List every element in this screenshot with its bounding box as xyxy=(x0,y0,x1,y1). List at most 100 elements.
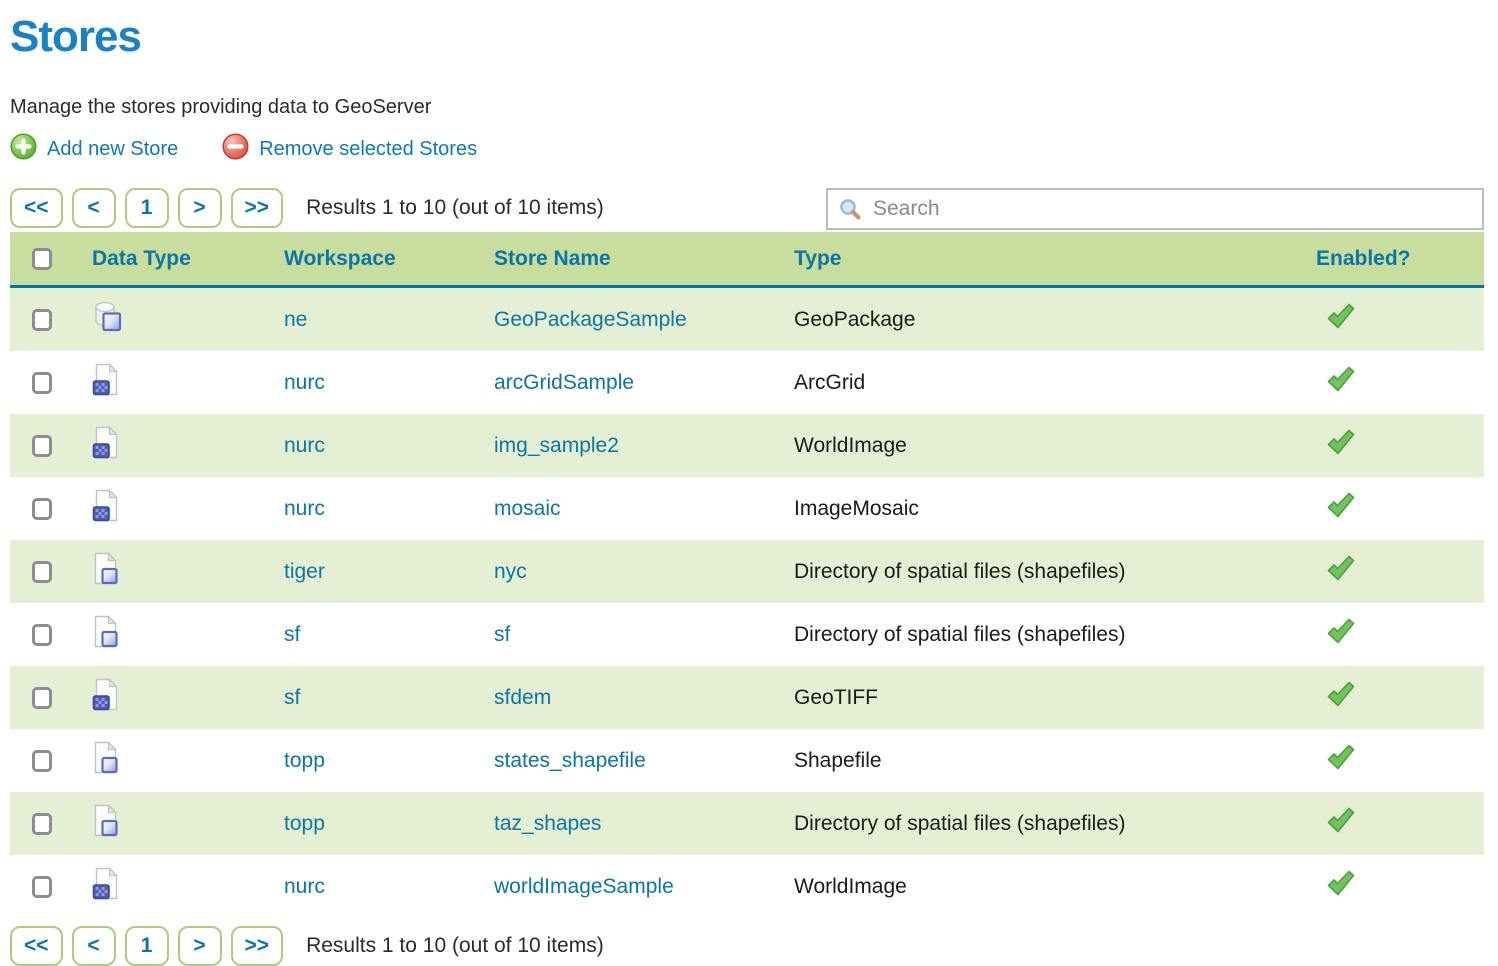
remove-selected-stores-label: Remove selected Stores xyxy=(259,138,477,161)
raster-store-icon xyxy=(92,867,119,906)
table-body: ne GeoPackageSample GeoPackage nurc arcG… xyxy=(10,287,1484,919)
header-enabled: Enabled? xyxy=(1306,232,1484,287)
store-type-text: GeoPackage xyxy=(794,308,915,331)
enabled-check-icon xyxy=(1326,429,1356,462)
workspace-link[interactable]: ne xyxy=(284,308,307,331)
store-type-text: ImageMosaic xyxy=(794,497,919,520)
workspace-link[interactable]: nurc xyxy=(284,497,325,520)
add-new-store-link[interactable]: Add new Store xyxy=(10,133,178,166)
enabled-check-icon xyxy=(1326,366,1356,399)
store-name-link[interactable]: nyc xyxy=(494,560,527,583)
store-name-link[interactable]: mosaic xyxy=(494,497,561,520)
table-row: nurc img_sample2 WorldImage xyxy=(10,414,1484,477)
row-checkbox[interactable] xyxy=(32,624,52,646)
header-type: Type xyxy=(784,232,1306,287)
prev-page-button[interactable]: < xyxy=(72,188,116,228)
remove-selected-stores-link[interactable]: Remove selected Stores xyxy=(222,133,477,166)
workspace-link[interactable]: topp xyxy=(284,749,325,772)
prev-page-button[interactable]: < xyxy=(72,926,116,966)
row-checkbox[interactable] xyxy=(32,750,52,772)
raster-store-icon xyxy=(92,363,119,402)
table-row: ne GeoPackageSample GeoPackage xyxy=(10,287,1484,352)
enabled-check-icon xyxy=(1326,807,1356,840)
workspace-link[interactable]: sf xyxy=(284,686,300,709)
row-checkbox[interactable] xyxy=(32,687,52,709)
search-icon xyxy=(838,197,863,222)
vector-store-icon xyxy=(92,741,119,780)
page-number-button[interactable]: 1 xyxy=(125,188,169,228)
row-checkbox[interactable] xyxy=(32,309,52,331)
enabled-check-icon xyxy=(1326,555,1356,588)
table-row: nurc mosaic ImageMosaic xyxy=(10,477,1484,540)
store-name-link[interactable]: taz_shapes xyxy=(494,812,601,835)
enabled-check-icon xyxy=(1326,492,1356,525)
table-row: topp states_shapefile Shapefile xyxy=(10,729,1484,792)
store-name-link[interactable]: states_shapefile xyxy=(494,749,646,772)
vector-store-icon xyxy=(92,615,119,654)
table-row: tiger nyc Directory of spatial files (sh… xyxy=(10,540,1484,603)
add-new-store-label: Add new Store xyxy=(47,138,178,161)
store-name-link[interactable]: sf xyxy=(494,623,510,646)
enabled-check-icon xyxy=(1326,303,1356,336)
first-page-button[interactable]: << xyxy=(10,926,63,966)
workspace-link[interactable]: nurc xyxy=(284,875,325,898)
plus-circle-icon xyxy=(10,133,37,166)
store-type-text: WorldImage xyxy=(794,875,907,898)
store-name-link[interactable]: GeoPackageSample xyxy=(494,308,687,331)
minus-circle-icon xyxy=(222,133,249,166)
table-header-row: Data Type Workspace Store Name Type Enab… xyxy=(10,232,1484,287)
workspace-link[interactable]: nurc xyxy=(284,371,325,394)
table-row: sf sf Directory of spatial files (shapef… xyxy=(10,603,1484,666)
workspace-link[interactable]: nurc xyxy=(284,434,325,457)
table-row: topp taz_shapes Directory of spatial fil… xyxy=(10,792,1484,855)
store-type-text: Directory of spatial files (shapefiles) xyxy=(794,812,1125,835)
page-subtitle: Manage the stores providing data to GeoS… xyxy=(10,96,1484,119)
row-checkbox[interactable] xyxy=(32,498,52,520)
vector-store-icon xyxy=(92,804,119,843)
row-checkbox[interactable] xyxy=(32,876,52,898)
select-all-checkbox[interactable] xyxy=(32,248,52,270)
top-toolbar: << < 1 > >> Results 1 to 10 (out of 10 i… xyxy=(10,188,1484,230)
stores-page: Stores Manage the stores providing data … xyxy=(10,12,1484,966)
store-name-link[interactable]: sfdem xyxy=(494,686,551,709)
page-number-button[interactable]: 1 xyxy=(125,926,169,966)
store-name-link[interactable]: arcGridSample xyxy=(494,371,634,394)
row-checkbox[interactable] xyxy=(32,561,52,583)
workspace-link[interactable]: sf xyxy=(284,623,300,646)
row-checkbox[interactable] xyxy=(32,372,52,394)
store-name-link[interactable]: worldImageSample xyxy=(494,875,674,898)
search-input[interactable] xyxy=(873,197,1482,221)
next-page-button[interactable]: > xyxy=(178,926,222,966)
results-text: Results 1 to 10 (out of 10 items) xyxy=(306,926,604,966)
vector-store-icon xyxy=(92,552,119,591)
table-row: nurc worldImageSample WorldImage xyxy=(10,855,1484,918)
enabled-check-icon xyxy=(1326,744,1356,777)
header-data-type: Data Type xyxy=(82,232,274,287)
enabled-check-icon xyxy=(1326,618,1356,651)
last-page-button[interactable]: >> xyxy=(231,926,284,966)
enabled-check-icon xyxy=(1326,870,1356,903)
row-checkbox[interactable] xyxy=(32,435,52,457)
table-row: sf sfdem GeoTIFF xyxy=(10,666,1484,729)
first-page-button[interactable]: << xyxy=(10,188,63,228)
raster-store-icon xyxy=(92,489,119,528)
next-page-button[interactable]: > xyxy=(178,188,222,228)
last-page-button[interactable]: >> xyxy=(231,188,284,228)
workspace-link[interactable]: topp xyxy=(284,812,325,835)
top-pager: << < 1 > >> Results 1 to 10 (out of 10 i… xyxy=(10,188,604,228)
workspace-link[interactable]: tiger xyxy=(284,560,325,583)
search-box xyxy=(826,188,1484,230)
store-type-text: ArcGrid xyxy=(794,371,865,394)
store-type-text: Directory of spatial files (shapefiles) xyxy=(794,623,1125,646)
store-name-link[interactable]: img_sample2 xyxy=(494,434,619,457)
table-row: nurc arcGridSample ArcGrid xyxy=(10,351,1484,414)
stores-table: Data Type Workspace Store Name Type Enab… xyxy=(10,232,1484,918)
enabled-check-icon xyxy=(1326,681,1356,714)
store-type-text: WorldImage xyxy=(794,434,907,457)
store-type-text: Shapefile xyxy=(794,749,882,772)
results-text: Results 1 to 10 (out of 10 items) xyxy=(306,188,604,228)
page-title: Stores xyxy=(10,12,1484,62)
row-checkbox[interactable] xyxy=(32,813,52,835)
store-type-text: GeoTIFF xyxy=(794,686,878,709)
raster-store-icon xyxy=(92,426,119,465)
